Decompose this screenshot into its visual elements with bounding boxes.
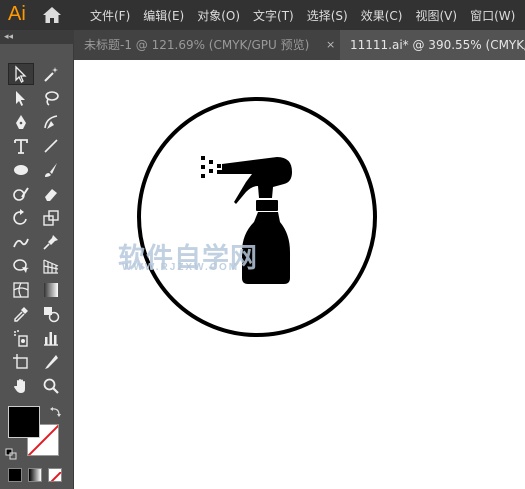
app-logo: Ai (8, 3, 26, 25)
menu-type[interactable]: 文字(T) (253, 7, 294, 24)
menu-effect[interactable]: 效果(C) (361, 7, 403, 24)
rotate-icon (13, 209, 27, 225)
magic-wand-tool[interactable] (38, 63, 64, 85)
symbol-sprayer-icon (14, 330, 28, 347)
tab-11111[interactable]: 11111.ai* @ 390.55% (CMYK/ (340, 30, 525, 60)
fill-color-swatch[interactable] (8, 406, 40, 438)
home-icon[interactable] (42, 6, 62, 24)
shape-builder-tool[interactable] (8, 255, 34, 277)
warp-tool[interactable] (8, 231, 34, 253)
direct-selection-tool[interactable] (8, 87, 34, 109)
tab-label: 未标题-1 @ 121.69% (CMYK/GPU 预览) (84, 38, 310, 52)
type-tool[interactable] (8, 135, 34, 157)
blend-tool[interactable] (38, 303, 64, 325)
shape-builder-icon (13, 259, 29, 273)
watermark-url: WWW.RJZXW.COM (122, 262, 240, 273)
selection-arrow-icon (15, 65, 27, 83)
toolbar-collapse[interactable]: ◂◂ (0, 30, 74, 44)
color-mode-button[interactable] (8, 468, 22, 482)
menu-file[interactable]: 文件(F) (90, 7, 130, 24)
lasso-tool[interactable] (38, 87, 64, 109)
rotate-tool[interactable] (8, 207, 34, 229)
zoom-tool[interactable] (38, 375, 64, 397)
column-graph-icon (44, 332, 58, 346)
line-segment-icon (44, 139, 58, 153)
puppet-warp-tool[interactable] (38, 231, 64, 253)
direct-selection-icon (16, 91, 25, 106)
mesh-tool[interactable] (8, 279, 34, 301)
slice-tool[interactable] (38, 351, 64, 373)
menu-edit[interactable]: 编辑(E) (143, 7, 184, 24)
eraser-icon (45, 189, 57, 201)
spray-dots (201, 156, 222, 178)
shaper-tool[interactable] (8, 183, 34, 205)
line-segment-tool[interactable] (38, 135, 64, 157)
hand-icon (14, 379, 25, 393)
tools-panel: ◂◂ (0, 30, 74, 489)
scale-tool[interactable] (38, 207, 64, 229)
artboard-tool[interactable] (8, 351, 34, 373)
menu-window[interactable]: 窗口(W) (470, 7, 515, 24)
shaper-icon (13, 187, 29, 201)
slice-icon (45, 355, 58, 369)
blend-icon (44, 307, 60, 323)
gradient-tool[interactable] (38, 279, 64, 301)
tab-untitled[interactable]: 未标题-1 @ 121.69% (CMYK/GPU 预览) (74, 30, 339, 60)
menu-object[interactable]: 对象(O) (197, 7, 240, 24)
artboard-canvas[interactable]: 软件自学网 WWW.RJZXW.COM (74, 60, 525, 489)
scale-icon (43, 210, 59, 226)
paintbrush-tool[interactable] (38, 159, 64, 181)
tab-close-icon[interactable]: × (326, 30, 335, 60)
hand-tool[interactable] (8, 375, 34, 397)
pin-icon (43, 235, 58, 250)
eyedropper-tool[interactable] (8, 303, 34, 325)
magic-wand-icon (44, 67, 58, 82)
selection-tool[interactable] (8, 63, 34, 85)
curvature-tool[interactable] (38, 111, 64, 133)
menu-select[interactable]: 选择(S) (307, 7, 348, 24)
artboard-icon (13, 354, 28, 369)
eraser-tool[interactable] (38, 183, 64, 205)
ellipse-tool[interactable] (8, 159, 34, 181)
curvature-icon (44, 115, 58, 129)
pen-tool[interactable] (8, 111, 34, 133)
gradient-icon (44, 283, 58, 297)
lasso-icon (45, 91, 59, 106)
column-graph-tool[interactable] (38, 327, 64, 349)
main-menu: 文件(F) 编辑(E) 对象(O) 文字(T) 选择(S) 效果(C) 视图(V… (90, 0, 515, 30)
menu-bar: Ai 文件(F) 编辑(E) 对象(O) 文字(T) 选择(S) 效果(C) 视… (0, 0, 525, 30)
type-icon (14, 139, 28, 154)
spray-bottle-illustration (137, 97, 377, 337)
tab-label: 11111.ai* @ 390.55% (CMYK/ (350, 38, 525, 52)
paintbrush-icon (45, 163, 57, 177)
ellipse-icon (14, 165, 28, 175)
perspective-grid-icon (43, 259, 59, 274)
zoom-icon (43, 378, 59, 394)
none-mode-button[interactable] (48, 468, 62, 482)
perspective-grid-tool[interactable] (38, 255, 64, 277)
gradient-mode-button[interactable] (28, 468, 42, 482)
symbol-sprayer-tool[interactable] (8, 327, 34, 349)
default-colors-icon[interactable] (5, 448, 17, 460)
warp-icon (13, 238, 29, 248)
eyedropper-icon (14, 307, 28, 322)
document-tabs: 未标题-1 @ 121.69% (CMYK/GPU 预览) × 11111.ai… (74, 30, 525, 60)
none-slash-icon (50, 471, 61, 481)
mesh-icon (13, 282, 29, 298)
menu-view[interactable]: 视图(V) (415, 7, 457, 24)
swap-colors-icon[interactable] (50, 406, 62, 418)
pen-icon (16, 115, 26, 129)
